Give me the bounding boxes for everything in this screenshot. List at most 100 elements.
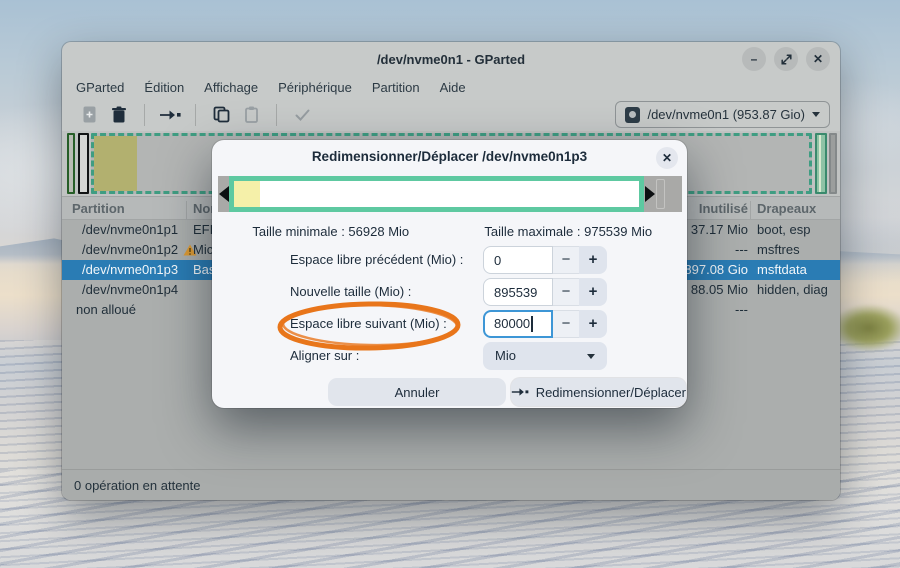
resize-slider-widget xyxy=(218,176,682,212)
partition-path: non alloué xyxy=(76,300,136,320)
new-size-spinner: − + xyxy=(483,278,607,306)
free-space-before-input[interactable] xyxy=(483,246,553,274)
chevron-down-icon xyxy=(587,354,595,359)
increment-button[interactable]: + xyxy=(579,246,607,274)
paste-button[interactable] xyxy=(236,102,266,128)
new-partition-button[interactable] xyxy=(74,102,104,128)
maximize-button[interactable] xyxy=(774,47,798,71)
align-to-dropdown[interactable]: Mio xyxy=(483,342,607,370)
decrement-button[interactable]: − xyxy=(553,310,579,338)
device-selector-label: /dev/nvme0n1 (953.87 Gio) xyxy=(647,107,805,122)
dialog-close-button[interactable]: ✕ xyxy=(656,147,678,169)
apply-button[interactable] xyxy=(287,102,317,128)
used-space-area xyxy=(234,181,260,207)
partition-block-p2[interactable] xyxy=(78,133,89,194)
decrement-button[interactable]: − xyxy=(553,246,579,274)
flags-value: msftres xyxy=(757,240,800,260)
menu-partition[interactable]: Partition xyxy=(362,80,430,95)
left-resize-handle-icon[interactable] xyxy=(219,186,229,202)
confirm-label: Redimensionner/Déplacer xyxy=(536,385,686,400)
plus-icon: + xyxy=(589,310,598,338)
close-icon: ✕ xyxy=(813,52,823,66)
close-button[interactable]: ✕ xyxy=(806,47,830,71)
field-row-free-before: Espace libre précédent (Mio) : − + xyxy=(212,246,687,274)
partition-name: EFI xyxy=(193,220,213,240)
partition-name: Mic xyxy=(193,240,213,260)
text-caret xyxy=(531,316,533,332)
drag-handle[interactable] xyxy=(656,179,665,209)
unused-value: 88.05 Mio xyxy=(691,280,748,300)
unallocated-block[interactable] xyxy=(829,133,837,194)
menu-gparted[interactable]: GParted xyxy=(66,80,134,95)
align-to-value: Mio xyxy=(495,342,587,370)
menu-affichage[interactable]: Affichage xyxy=(194,80,268,95)
new-size-label: Nouvelle taille (Mio) : xyxy=(290,278,411,306)
field-row-new-size: Nouvelle taille (Mio) : − + xyxy=(212,278,687,306)
toolbar-separator xyxy=(276,104,277,126)
used-space-block xyxy=(94,136,137,191)
decrement-button[interactable]: − xyxy=(553,278,579,306)
input-value: 80000 xyxy=(494,310,530,338)
field-row-free-after: Espace libre suivant (Mio) : 80000 − + xyxy=(212,310,687,338)
resize-arrow-icon xyxy=(511,386,529,398)
drive-icon xyxy=(625,107,640,123)
header-separator xyxy=(186,201,187,219)
unused-value: --- xyxy=(735,240,748,260)
confirm-resize-button[interactable]: Redimensionner/Déplacer xyxy=(511,378,686,406)
unused-value: --- xyxy=(735,300,748,320)
partition-path: /dev/nvme0n1p1 xyxy=(82,220,178,240)
toolbar-separator xyxy=(195,104,196,126)
window-controls: – ✕ xyxy=(742,47,830,71)
minimize-icon: – xyxy=(751,52,758,66)
copy-button[interactable] xyxy=(206,102,236,128)
right-resize-handle-icon[interactable] xyxy=(645,186,655,202)
new-partition-icon xyxy=(82,106,97,123)
menu-peripherique[interactable]: Périphérique xyxy=(268,80,362,95)
maximize-icon xyxy=(781,54,792,65)
minus-icon: − xyxy=(562,278,571,306)
free-space-after-spinner: 80000 − + xyxy=(483,310,607,338)
partition-path: /dev/nvme0n1p4 xyxy=(82,280,178,300)
menu-aide[interactable]: Aide xyxy=(430,80,476,95)
flags-value: hidden, diag xyxy=(757,280,828,300)
pending-operations: 0 opération en attente xyxy=(74,478,201,493)
column-unused[interactable]: Inutilisé xyxy=(699,201,748,216)
increment-button[interactable]: + xyxy=(579,310,607,338)
menubar: GParted Édition Affichage Périphérique P… xyxy=(66,76,840,98)
desert-bush xyxy=(830,304,900,352)
new-size-input[interactable] xyxy=(483,278,553,306)
chevron-down-icon xyxy=(812,112,820,117)
resize-move-dialog: Redimensionner/Déplacer /dev/nvme0n1p3 ✕… xyxy=(212,140,687,408)
cancel-button[interactable]: Annuler xyxy=(328,378,506,406)
column-partition[interactable]: Partition xyxy=(72,201,125,216)
partition-area[interactable] xyxy=(229,176,644,212)
min-size-label: Taille minimale : 56928 Mio xyxy=(212,224,450,239)
partition-block-p1[interactable] xyxy=(67,133,75,194)
partition-block-p4[interactable] xyxy=(815,133,827,194)
minus-icon: − xyxy=(562,246,571,274)
toolbar-separator xyxy=(144,104,145,126)
menu-edition[interactable]: Édition xyxy=(134,80,194,95)
minimize-button[interactable]: – xyxy=(742,47,766,71)
minus-icon: − xyxy=(562,310,571,338)
plus-icon: + xyxy=(589,246,598,274)
increment-button[interactable]: + xyxy=(579,278,607,306)
delete-partition-button[interactable] xyxy=(104,102,134,128)
free-space-after-label: Espace libre suivant (Mio) : xyxy=(290,310,447,338)
flags-value: boot, esp xyxy=(757,220,811,240)
column-flags[interactable]: Drapeaux xyxy=(757,201,816,216)
size-limits: Taille minimale : 56928 Mio Taille maxim… xyxy=(212,224,687,239)
window-title: /dev/nvme0n1 - GParted xyxy=(377,52,525,67)
header-separator xyxy=(750,201,751,219)
trash-icon xyxy=(111,106,127,123)
resize-move-button[interactable] xyxy=(155,102,185,128)
free-space-after-input[interactable]: 80000 xyxy=(483,310,553,338)
cancel-label: Annuler xyxy=(395,385,440,400)
apply-check-icon xyxy=(295,109,310,121)
statusbar: 0 opération en attente xyxy=(62,469,840,500)
partition-path: /dev/nvme0n1p2 xyxy=(82,240,178,260)
max-size-label: Taille maximale : 975539 Mio xyxy=(450,224,688,239)
titlebar[interactable]: /dev/nvme0n1 - GParted – ✕ xyxy=(62,42,840,76)
close-icon: ✕ xyxy=(662,151,672,165)
device-selector[interactable]: /dev/nvme0n1 (953.87 Gio) xyxy=(615,101,830,128)
